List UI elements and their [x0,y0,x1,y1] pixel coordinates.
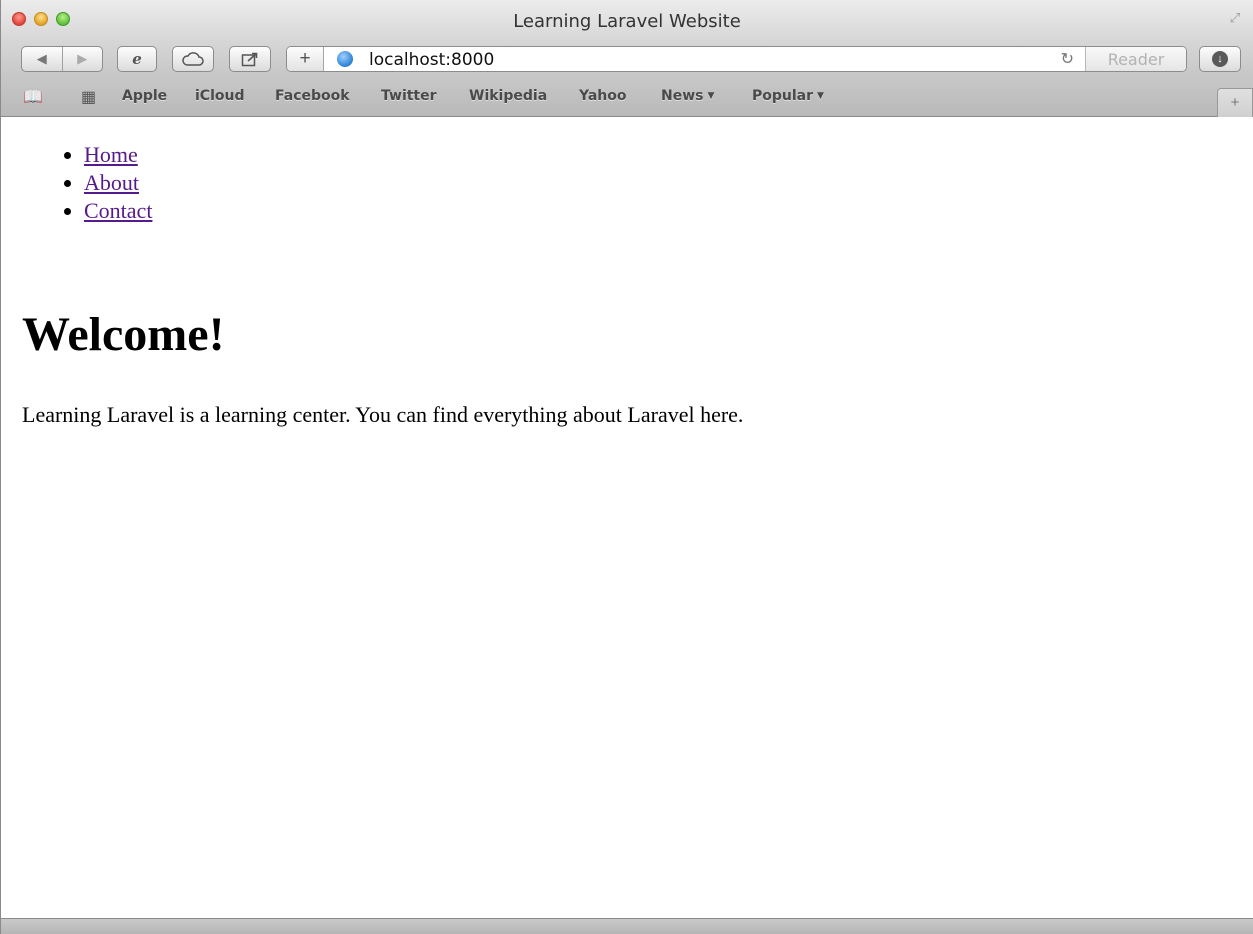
bookmark-yahoo[interactable]: Yahoo [579,88,627,104]
new-tab-button[interactable]: + [1217,88,1253,117]
cloud-icon [182,52,204,66]
bookmark-apple[interactable]: Apple [122,88,167,104]
plus-icon: + [299,48,311,69]
bookmark-popular-folder[interactable]: Popular ▼ [752,88,824,104]
url-text[interactable]: localhost:8000 [369,50,494,70]
chevron-down-icon: ▼ [707,91,715,101]
web-page: Home About Contact Welcome! Learning Lar… [1,117,1253,918]
status-bar [1,918,1253,934]
bookmark-facebook[interactable]: Facebook [275,88,350,104]
internet-explorer-icon: e [132,50,142,68]
back-forward-buttons: ◀ ▶ [21,46,103,72]
downloads-button[interactable]: ↓ [1199,46,1241,72]
globe-icon [337,51,353,67]
forward-button[interactable]: ▶ [61,47,103,71]
home-link[interactable]: Home [84,142,138,167]
add-bookmark-button[interactable]: + [287,47,324,71]
browser-window: Learning Laravel Website ⤢ ◀ ▶ e + local… [0,0,1253,934]
plus-icon: + [1230,94,1240,111]
bookmark-wikipedia[interactable]: Wikipedia [469,88,547,104]
about-link[interactable]: About [84,170,139,195]
address-bar[interactable]: + localhost:8000 ↻ Reader [286,46,1187,72]
toolbar: ◀ ▶ e + localhost:8000 ↻ Reader ↓ [1,42,1253,78]
bookmark-twitter[interactable]: Twitter [381,88,437,104]
fullscreen-icon[interactable]: ⤢ [1227,10,1243,26]
share-icon [241,52,258,67]
site-nav: Home About Contact [63,141,152,225]
top-sites-icon[interactable]: ▦ [81,87,96,107]
back-arrow-icon: ◀ [36,51,47,66]
intro-paragraph: Learning Laravel is a learning center. Y… [22,402,744,427]
bookmark-popular-label: Popular [752,88,814,104]
nav-item-home: Home [84,141,152,169]
icloud-tabs-button[interactable] [172,46,214,72]
bookmark-news-folder[interactable]: News ▼ [661,88,714,104]
bookmarks-bar: 📖 ▦ Apple iCloud Facebook Twitter Wikipe… [1,78,1253,117]
reader-button[interactable]: Reader [1085,47,1186,71]
forward-arrow-icon: ▶ [77,51,88,66]
share-button[interactable] [229,46,271,72]
nav-item-about: About [84,169,152,197]
reload-icon[interactable]: ↻ [1061,49,1074,69]
page-heading: Welcome! [22,308,225,361]
nav-item-contact: Contact [84,197,152,225]
chevron-down-icon: ▼ [817,91,824,101]
bookmark-icloud[interactable]: iCloud [195,88,244,104]
title-bar: Learning Laravel Website ⤢ [1,0,1253,42]
download-icon: ↓ [1212,51,1228,67]
back-button[interactable]: ◀ [22,47,62,71]
bookmark-news-label: News [661,88,704,104]
open-in-ie-button[interactable]: e [117,46,157,72]
reading-list-icon[interactable]: 📖 [23,87,43,107]
contact-link[interactable]: Contact [84,198,152,223]
window-title: Learning Laravel Website [513,11,741,32]
